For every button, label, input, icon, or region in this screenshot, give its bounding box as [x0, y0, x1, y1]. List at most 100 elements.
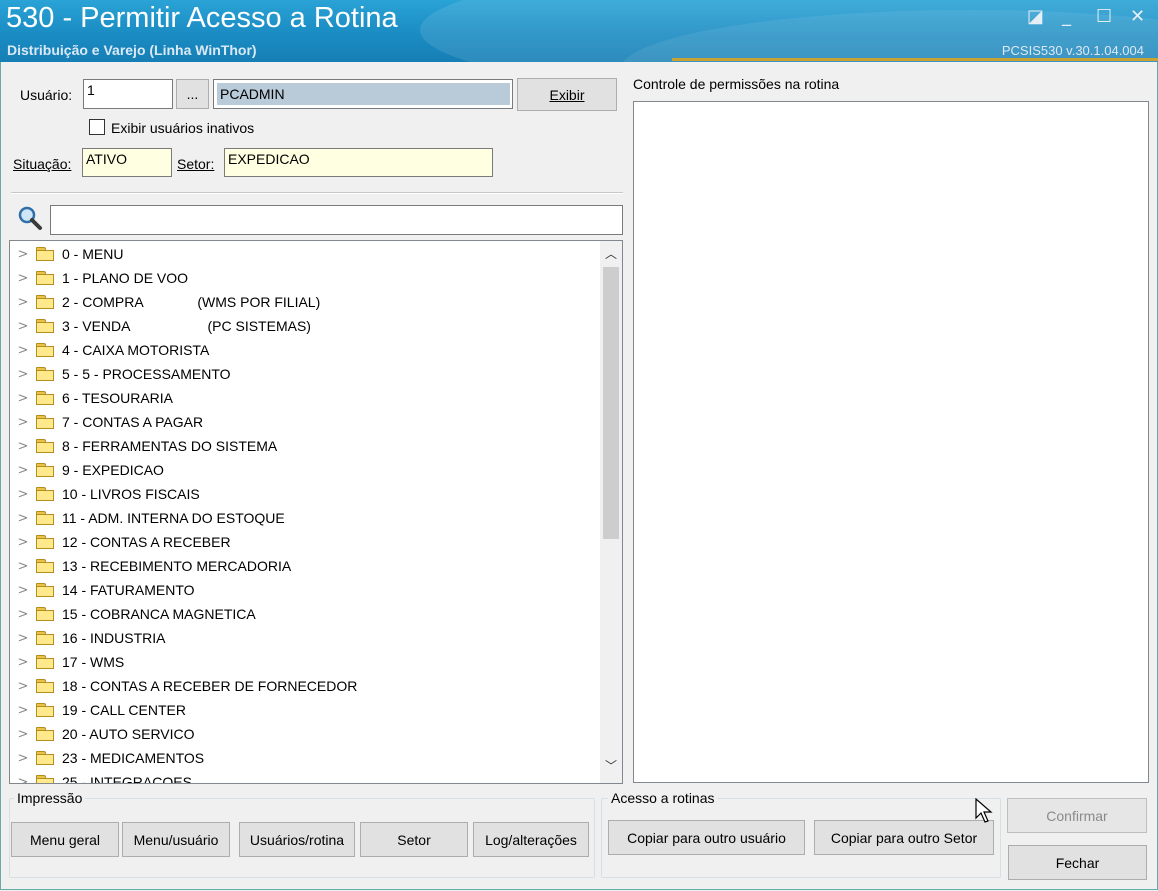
client-area: Usuário: 1 ... PCADMIN Exibir Exibir usu… — [0, 62, 1158, 890]
folder-icon — [36, 559, 54, 573]
tree-item[interactable]: >23 - MEDICAMENTOS — [10, 746, 600, 770]
tree-item[interactable]: >15 - COBRANCA MAGNETICA — [10, 602, 600, 626]
tree-item[interactable]: >4 - CAIXA MOTORISTA — [10, 338, 600, 362]
maximize-icon[interactable]: ☐ — [1096, 6, 1112, 27]
folder-icon — [36, 727, 54, 741]
tree-item[interactable]: >2 - COMPRA (WMS POR FILIAL) — [10, 290, 600, 314]
folder-icon — [36, 679, 54, 693]
tree-item[interactable]: >18 - CONTAS A RECEBER DE FORNECEDOR — [10, 674, 600, 698]
tree-item-label: 23 - MEDICAMENTOS — [62, 750, 205, 766]
usuario-input[interactable]: 1 — [83, 79, 173, 109]
folder-icon — [36, 367, 54, 381]
tree-item-label: 10 - LIVROS FISCAIS — [62, 486, 200, 502]
setor-label: Setor: — [177, 156, 215, 172]
tree-item-label: 7 - CONTAS A PAGAR — [62, 414, 204, 430]
tree-item-label: 11 - ADM. INTERNA DO ESTOQUE — [62, 510, 285, 526]
window-title: 530 - Permitir Acesso a Rotina — [6, 2, 398, 34]
chevron-right-icon[interactable]: > — [10, 487, 36, 502]
exibir-button[interactable]: Exibir — [517, 78, 617, 111]
folder-icon — [36, 247, 54, 261]
permissions-title: Controle de permissões na rotina — [633, 76, 840, 92]
usuario-name-field: PCADMIN — [213, 79, 513, 109]
tree-item[interactable]: >19 - CALL CENTER — [10, 698, 600, 722]
chevron-right-icon[interactable]: > — [10, 247, 36, 262]
chevron-right-icon[interactable]: > — [10, 415, 36, 430]
chevron-right-icon[interactable]: > — [10, 391, 36, 406]
scroll-thumb[interactable] — [603, 267, 619, 539]
tree-item[interactable]: >11 - ADM. INTERNA DO ESTOQUE — [10, 506, 600, 530]
copy-user-button[interactable]: Copiar para outro usuário — [608, 820, 805, 855]
chevron-right-icon[interactable]: > — [10, 703, 36, 718]
tree-item-label: 4 - CAIXA MOTORISTA — [62, 342, 210, 358]
tree-item[interactable]: >12 - CONTAS A RECEBER — [10, 530, 600, 554]
minimize-icon[interactable]: _ — [1062, 6, 1071, 27]
tree-item[interactable]: >13 - RECEBIMENTO MERCADORIA — [10, 554, 600, 578]
tree-scrollbar[interactable]: ︿ ﹀ — [600, 241, 622, 783]
tree-item-label: 6 - TESOURARIA — [62, 390, 173, 406]
tree-item[interactable]: >20 - AUTO SERVICO — [10, 722, 600, 746]
tree-item[interactable]: >9 - EXPEDICAO — [10, 458, 600, 482]
chevron-right-icon[interactable]: > — [10, 679, 36, 694]
setor-button[interactable]: Setor — [360, 822, 468, 857]
tree-item-label: 16 - INDUSTRIA — [62, 630, 166, 646]
tree-item-label: 0 - MENU — [62, 246, 124, 262]
tree-item[interactable]: >17 - WMS — [10, 650, 600, 674]
situacao-label: Situação: — [13, 156, 72, 172]
tree-item[interactable]: >25 - INTEGRACOES — [10, 770, 600, 784]
close-icon[interactable]: ✕ — [1130, 6, 1145, 27]
chevron-right-icon[interactable]: > — [10, 319, 36, 334]
chevron-right-icon[interactable]: > — [10, 343, 36, 358]
inativos-checkbox[interactable] — [89, 119, 105, 135]
usuario-name-text: PCADMIN — [217, 83, 510, 105]
tree-item[interactable]: >5 - 5 - PROCESSAMENTO — [10, 362, 600, 386]
acesso-legend: Acesso a rotinas — [608, 790, 718, 806]
chevron-right-icon[interactable]: > — [10, 631, 36, 646]
folder-icon — [36, 319, 54, 333]
tree-item[interactable]: >8 - FERRAMENTAS DO SISTEMA — [10, 434, 600, 458]
tree-item-label: 18 - CONTAS A RECEBER DE FORNECEDOR — [62, 678, 358, 694]
fechar-button[interactable]: Fechar — [1008, 845, 1147, 880]
chevron-right-icon[interactable]: > — [10, 439, 36, 454]
chevron-right-icon[interactable]: > — [10, 367, 36, 382]
chevron-right-icon[interactable]: > — [10, 463, 36, 478]
tree-item[interactable]: >1 - PLANO DE VOO — [10, 266, 600, 290]
chevron-right-icon[interactable]: > — [10, 751, 36, 766]
folder-icon — [36, 271, 54, 285]
chevron-right-icon[interactable]: > — [10, 535, 36, 550]
menu-usuario-button[interactable]: Menu/usuário — [122, 822, 230, 857]
usuarios-rotina-button[interactable]: Usuários/rotina — [239, 822, 355, 857]
tree-item-label: 12 - CONTAS A RECEBER — [62, 534, 231, 550]
chevron-right-icon[interactable]: > — [10, 775, 36, 784]
chevron-right-icon[interactable]: > — [10, 271, 36, 286]
folder-icon — [36, 295, 54, 309]
chevron-right-icon[interactable]: > — [10, 607, 36, 622]
tree-item[interactable]: >6 - TESOURARIA — [10, 386, 600, 410]
tree-item[interactable]: >10 - LIVROS FISCAIS — [10, 482, 600, 506]
scroll-down-icon[interactable]: ﹀ — [605, 757, 617, 774]
folder-icon — [36, 751, 54, 765]
tree-item[interactable]: >0 - MENU — [10, 242, 600, 266]
tree-item[interactable]: >14 - FATURAMENTO — [10, 578, 600, 602]
chevron-right-icon[interactable]: > — [10, 511, 36, 526]
chevron-right-icon[interactable]: > — [10, 655, 36, 670]
folder-icon — [36, 415, 54, 429]
confirmar-button[interactable]: Confirmar — [1007, 798, 1147, 833]
browse-user-button[interactable]: ... — [176, 79, 209, 109]
search-icon[interactable] — [17, 205, 43, 231]
search-input[interactable] — [50, 205, 623, 235]
restore-icon[interactable]: ◪ — [1027, 6, 1044, 27]
chevron-right-icon[interactable]: > — [10, 559, 36, 574]
copy-setor-button[interactable]: Copiar para outro Setor — [814, 820, 994, 855]
chevron-right-icon[interactable]: > — [10, 727, 36, 742]
scroll-up-icon[interactable]: ︿ — [605, 245, 617, 262]
tree-item[interactable]: >7 - CONTAS A PAGAR — [10, 410, 600, 434]
log-alteracoes-button[interactable]: Log/alterações — [473, 822, 589, 857]
tree-item[interactable]: >3 - VENDA (PC SISTEMAS) — [10, 314, 600, 338]
tree-item-label: 5 - 5 - PROCESSAMENTO — [62, 366, 231, 382]
permissions-panel[interactable] — [633, 101, 1149, 783]
chevron-right-icon[interactable]: > — [10, 295, 36, 310]
chevron-right-icon[interactable]: > — [10, 583, 36, 598]
tree-item[interactable]: >16 - INDUSTRIA — [10, 626, 600, 650]
routine-tree[interactable]: >0 - MENU >1 - PLANO DE VOO >2 - COMPRA (W… — [9, 240, 623, 784]
menu-geral-button[interactable]: Menu geral — [11, 822, 119, 857]
